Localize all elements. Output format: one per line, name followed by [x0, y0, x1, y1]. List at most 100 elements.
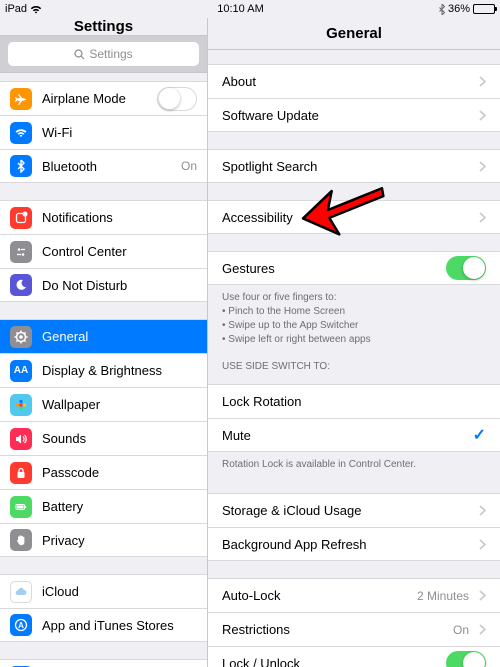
label-control-center: Control Center	[42, 244, 197, 259]
row-bgrefresh[interactable]: Background App Refresh	[208, 527, 500, 561]
value-autolock: 2 Minutes	[417, 589, 469, 603]
sidebar-item-stores[interactable]: A App and iTunes Stores	[0, 608, 207, 642]
label-lockunlock: Lock / Unlock	[222, 656, 436, 667]
row-accessibility[interactable]: Accessibility	[208, 200, 500, 234]
sidebar-item-notifications[interactable]: Notifications	[0, 200, 207, 234]
section-footer: Use four or five fingers to:• Pinch to t…	[208, 285, 500, 351]
sidebar: Settings Settings Airplane Mode Wi-Fi Blue…	[0, 18, 208, 667]
clock: 10:10 AM	[217, 3, 263, 15]
battery-pct: 36%	[448, 3, 470, 15]
label-spotlight: Spotlight Search	[222, 159, 469, 174]
wifi-icon	[30, 5, 42, 14]
label-general: General	[42, 329, 197, 344]
gear-icon	[10, 326, 32, 348]
row-restrictions[interactable]: Restrictions On	[208, 612, 500, 646]
row-autolock[interactable]: Auto-Lock 2 Minutes	[208, 578, 500, 612]
sidebar-item-icloud[interactable]: iCloud	[0, 574, 207, 608]
label-notifications: Notifications	[42, 210, 197, 225]
toggle-lockunlock[interactable]	[446, 651, 486, 667]
label-passcode: Passcode	[42, 465, 197, 480]
label-wallpaper: Wallpaper	[42, 397, 197, 412]
label-wifi: Wi-Fi	[42, 125, 187, 140]
sidebar-item-sounds[interactable]: Sounds	[0, 421, 207, 455]
sidebar-item-battery[interactable]: Battery	[0, 489, 207, 523]
hand-icon	[10, 529, 32, 551]
search-placeholder: Settings	[89, 47, 132, 61]
AA-icon: AA	[10, 360, 32, 382]
label-storage: Storage & iCloud Usage	[222, 503, 469, 518]
chevron-right-icon	[479, 76, 486, 87]
sidebar-item-control-center[interactable]: Control Center	[0, 234, 207, 268]
cloud-icon	[10, 581, 32, 603]
sidebar-item-wifi[interactable]: Wi-Fi	[0, 115, 207, 149]
row-storage[interactable]: Storage & iCloud Usage	[208, 493, 500, 527]
value-bluetooth: On	[181, 159, 197, 173]
label-display: Display & Brightness	[42, 363, 197, 378]
chevron-right-icon	[479, 161, 486, 172]
A-icon: A	[10, 614, 32, 636]
label-accessibility: Accessibility	[222, 210, 469, 225]
label-update: Software Update	[222, 108, 469, 123]
chevron-right-icon	[479, 110, 486, 121]
moon-icon	[10, 274, 32, 296]
check-icon: ✓	[473, 425, 486, 445]
sidebar-item-bluetooth[interactable]: Bluetooth On	[0, 149, 207, 183]
sidebar-item-passcode[interactable]: Passcode	[0, 455, 207, 489]
search-icon	[74, 49, 85, 60]
detail-pane: General About Software Update Spotlight Se…	[208, 18, 500, 667]
label-icloud: iCloud	[42, 584, 197, 599]
label-privacy: Privacy	[42, 533, 197, 548]
sidebar-item-airplane[interactable]: Airplane Mode	[0, 81, 207, 115]
label-stores: App and iTunes Stores	[42, 618, 197, 633]
label-sounds: Sounds	[42, 431, 197, 446]
sidebar-title: Settings	[0, 18, 207, 36]
label-bgrefresh: Background App Refresh	[222, 537, 469, 552]
row-gestures[interactable]: Gestures	[208, 251, 500, 285]
flower-icon	[10, 394, 32, 416]
sidebar-item-wallpaper[interactable]: Wallpaper	[0, 387, 207, 421]
row-lockunlock[interactable]: Lock / Unlock	[208, 646, 500, 667]
sidebar-item-display[interactable]: AA Display & Brightness	[0, 353, 207, 387]
label-bluetooth: Bluetooth	[42, 159, 171, 174]
sidebar-item-dnd[interactable]: Do Not Disturb	[0, 268, 207, 302]
svg-text:A: A	[18, 621, 24, 630]
sound-icon	[10, 428, 32, 450]
chevron-right-icon	[479, 212, 486, 223]
label-restrictions: Restrictions	[222, 622, 443, 637]
bt-icon	[10, 155, 32, 177]
chevron-right-icon	[479, 539, 486, 550]
label-autolock: Auto-Lock	[222, 588, 407, 603]
lock-icon	[10, 462, 32, 484]
row-spotlight[interactable]: Spotlight Search	[208, 149, 500, 183]
toggle-gestures[interactable]	[446, 256, 486, 280]
chevron-right-icon	[479, 624, 486, 635]
label-lockrot: Lock Rotation	[222, 394, 486, 409]
label-gestures: Gestures	[222, 261, 436, 276]
sidebar-item-mail[interactable]: Mail, Contacts, Calendars	[0, 659, 207, 667]
value-restrictions: On	[453, 623, 469, 637]
search-wrap: Settings	[0, 36, 207, 73]
sidebar-item-general[interactable]: General	[0, 319, 207, 353]
chevron-right-icon	[479, 590, 486, 601]
search-input[interactable]: Settings	[8, 42, 199, 66]
batt-icon	[10, 496, 32, 518]
row-lockrot[interactable]: Lock Rotation	[208, 384, 500, 418]
status-bar: iPad 10:10 AM 36%	[0, 0, 500, 18]
device-label: iPad	[5, 3, 27, 15]
section-footer: Rotation Lock is available in Control Ce…	[208, 452, 500, 476]
plane-icon	[10, 88, 32, 110]
label-about: About	[222, 74, 469, 89]
bluetooth-icon	[439, 4, 445, 15]
row-mute[interactable]: Mute ✓	[208, 418, 500, 452]
row-update[interactable]: Software Update	[208, 98, 500, 132]
battery-icon	[473, 4, 495, 14]
label-mute: Mute	[222, 428, 463, 443]
label-airplane: Airplane Mode	[42, 91, 147, 106]
detail-title: General	[208, 18, 500, 50]
toggle-airplane[interactable]	[157, 87, 197, 111]
notif-icon	[10, 207, 32, 229]
sidebar-item-privacy[interactable]: Privacy	[0, 523, 207, 557]
row-about[interactable]: About	[208, 64, 500, 98]
cc-icon	[10, 241, 32, 263]
chevron-right-icon	[479, 505, 486, 516]
